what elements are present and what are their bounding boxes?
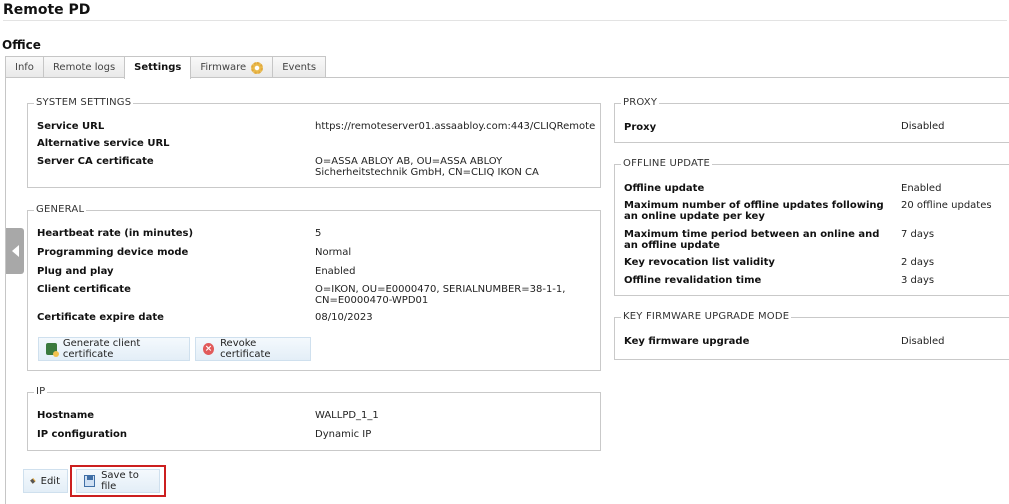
client-cert-value: O=IKON, OU=E0000470, SERIALNUMBER=38-1-1… xyxy=(315,284,566,306)
group-legend: KEY FIRMWARE UPGRADE MODE xyxy=(621,311,792,322)
group-legend: SYSTEM SETTINGS xyxy=(34,97,134,108)
tab-settings[interactable]: Settings xyxy=(124,56,192,79)
pencil-icon xyxy=(30,478,36,484)
plug-and-play-label: Plug and play xyxy=(37,266,114,277)
key-revocation-value: 2 days xyxy=(901,257,935,268)
tab-label: Info xyxy=(15,61,34,73)
tab-firmware[interactable]: Firmware xyxy=(190,56,274,78)
max-offline-updates-label: Maximum number of offline updates follow… xyxy=(624,200,884,222)
max-time-period-value: 7 days xyxy=(901,229,935,240)
group-legend: PROXY xyxy=(621,97,660,108)
revoke-certificate-button[interactable]: × Revoke certificate xyxy=(195,337,311,361)
tab-info[interactable]: Info xyxy=(5,56,44,78)
button-label: Generate client certificate xyxy=(62,338,141,360)
heartbeat-value: 5 xyxy=(315,228,322,239)
offline-update-group: OFFLINE UPDATE Offline update Enabled Ma… xyxy=(614,158,1009,296)
system-settings-group: SYSTEM SETTINGS Service URL https://remo… xyxy=(27,97,601,188)
ip-config-label: IP configuration xyxy=(37,429,128,440)
server-ca-value: O=ASSA ABLOY AB, OU=ASSA ABLOY Sicherhei… xyxy=(315,156,539,178)
collapse-panel-handle[interactable] xyxy=(6,228,24,274)
section-title: Office xyxy=(2,38,41,52)
tab-label: Events xyxy=(282,61,317,73)
page-title: Remote PD xyxy=(3,2,91,18)
generate-client-certificate-button[interactable]: Generate client certificate xyxy=(38,337,190,361)
heartbeat-label: Heartbeat rate (in minutes) xyxy=(37,228,194,239)
button-label: Revoke certificate xyxy=(220,338,271,360)
proxy-label: Proxy xyxy=(624,122,657,133)
device-mode-value: Normal xyxy=(315,247,352,258)
certificate-icon xyxy=(46,343,59,357)
button-label: Edit xyxy=(40,475,60,487)
title-divider xyxy=(3,20,1007,21)
proxy-value: Disabled xyxy=(901,121,945,132)
plug-and-play-value: Enabled xyxy=(315,266,356,277)
service-url-label: Service URL xyxy=(37,121,105,132)
tab-events[interactable]: Events xyxy=(272,56,327,78)
key-firmware-value: Disabled xyxy=(901,336,945,347)
offline-revalidation-label: Offline revalidation time xyxy=(624,275,762,286)
offline-update-label: Offline update xyxy=(624,183,705,194)
alt-service-url-label: Alternative service URL xyxy=(37,138,170,149)
edit-button[interactable]: Edit xyxy=(23,469,68,493)
chevron-left-icon xyxy=(11,245,19,257)
client-cert-label: Client certificate xyxy=(37,284,131,295)
tab-label: Remote logs xyxy=(52,61,116,73)
max-time-period-label: Maximum time period between an online an… xyxy=(624,229,880,251)
cert-expire-value: 08/10/2023 xyxy=(315,312,373,323)
tab-label: Firmware xyxy=(200,61,247,73)
proxy-group: PROXY Proxy Disabled xyxy=(614,97,1009,143)
tab-remote-logs[interactable]: Remote logs xyxy=(42,56,126,78)
offline-update-value: Enabled xyxy=(901,183,942,194)
group-legend: OFFLINE UPDATE xyxy=(621,158,713,169)
gear-icon xyxy=(251,61,264,74)
ip-group: IP Hostname WALLPD_1_1 IP configuration … xyxy=(27,386,601,451)
max-offline-updates-value: 20 offline updates xyxy=(901,200,992,211)
offline-revalidation-value: 3 days xyxy=(901,275,935,286)
group-legend: GENERAL xyxy=(34,204,87,215)
server-ca-label: Server CA certificate xyxy=(37,156,154,167)
hostname-value: WALLPD_1_1 xyxy=(315,410,379,421)
tab-label: Settings xyxy=(134,62,182,73)
service-url-value: https://remoteserver01.assaabloy.com:443… xyxy=(315,121,596,132)
general-group: GENERAL Heartbeat rate (in minutes) 5 Pr… xyxy=(27,204,601,371)
ip-config-value: Dynamic IP xyxy=(315,429,372,440)
device-mode-label: Programming device mode xyxy=(37,247,189,258)
revoke-icon: × xyxy=(203,343,215,355)
key-firmware-group: KEY FIRMWARE UPGRADE MODE Key firmware u… xyxy=(614,311,1009,360)
tab-bar: Info Remote logs Settings Firmware Event… xyxy=(5,56,327,79)
key-revocation-label: Key revocation list validity xyxy=(624,257,775,268)
key-firmware-label: Key firmware upgrade xyxy=(624,336,750,347)
hostname-label: Hostname xyxy=(37,410,95,421)
highlight-box xyxy=(70,465,166,497)
group-legend: IP xyxy=(34,386,48,397)
cert-expire-label: Certificate expire date xyxy=(37,312,164,323)
